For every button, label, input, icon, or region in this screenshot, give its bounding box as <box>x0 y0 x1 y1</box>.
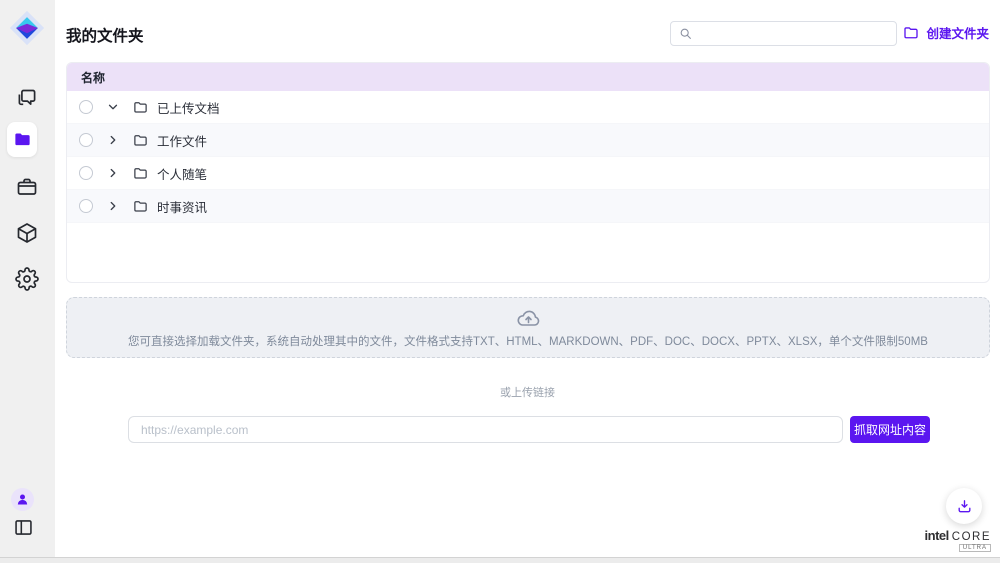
folder-name: 工作文件 <box>157 131 207 150</box>
chevron-down-icon[interactable] <box>106 100 120 114</box>
folder-filled-icon <box>13 130 32 149</box>
collapse-sidebar-icon[interactable] <box>13 517 34 538</box>
briefcase-icon[interactable] <box>15 175 39 199</box>
table-row[interactable]: 工作文件 <box>67 124 989 157</box>
table-header-name: 名称 <box>67 63 989 91</box>
row-checkbox[interactable] <box>79 100 93 114</box>
app-logo-icon <box>8 9 46 47</box>
row-checkbox[interactable] <box>79 199 93 213</box>
url-input[interactable] <box>128 416 843 443</box>
intel-wordmark: intel <box>925 528 949 543</box>
folder-icon <box>133 100 148 115</box>
download-icon <box>956 498 973 515</box>
create-folder-button[interactable]: 创建文件夹 <box>903 23 989 42</box>
sidebar <box>0 0 55 557</box>
core-wordmark: core <box>952 531 991 543</box>
gear-icon[interactable] <box>15 267 39 291</box>
upload-dropzone[interactable]: 您可直接选择加载文件夹，系统自动处理其中的文件，文件格式支持TXT、HTML、M… <box>66 297 990 358</box>
chevron-right-icon[interactable] <box>106 199 120 213</box>
intel-core-logo: intel core ultra <box>929 528 991 552</box>
chat-icon[interactable] <box>15 86 39 110</box>
download-fab[interactable] <box>946 488 982 524</box>
cloud-upload-icon <box>515 306 542 330</box>
fetch-url-button[interactable]: 抓取网址内容 <box>850 416 930 443</box>
row-checkbox[interactable] <box>79 166 93 180</box>
sidebar-item-folders-active[interactable] <box>7 122 37 157</box>
table-row[interactable]: 时事资讯 <box>67 190 989 223</box>
app-window: 我的文件夹 创建文件夹 名称 已上传文档 工作文件 <box>0 0 1000 563</box>
folder-icon <box>133 133 148 148</box>
folder-name: 时事资讯 <box>157 197 207 216</box>
upload-hint: 您可直接选择加载文件夹，系统自动处理其中的文件，文件格式支持TXT、HTML、M… <box>128 333 928 349</box>
user-avatar[interactable] <box>11 488 34 511</box>
folder-plus-icon <box>903 25 919 41</box>
row-checkbox[interactable] <box>79 133 93 147</box>
chevron-right-icon[interactable] <box>106 166 120 180</box>
table-row[interactable]: 个人随笔 <box>67 157 989 190</box>
cube-icon[interactable] <box>15 221 39 245</box>
search-box[interactable] <box>670 21 897 46</box>
folder-icon <box>133 199 148 214</box>
folder-table: 名称 已上传文档 工作文件 个人随笔 时事资讯 <box>66 62 990 283</box>
ultra-badge: ultra <box>959 544 991 552</box>
folder-name: 个人随笔 <box>157 164 207 183</box>
search-icon <box>679 27 692 40</box>
create-folder-label: 创建文件夹 <box>926 23 989 42</box>
chevron-right-icon[interactable] <box>106 133 120 147</box>
table-row[interactable]: 已上传文档 <box>67 91 989 124</box>
folder-name: 已上传文档 <box>157 98 220 117</box>
search-input[interactable] <box>692 27 896 41</box>
folder-icon <box>133 166 148 181</box>
page-title: 我的文件夹 <box>66 24 144 46</box>
or-upload-link-label: 或上传链接 <box>55 384 1000 400</box>
person-icon <box>15 492 30 507</box>
window-bottom-edge <box>0 557 1000 563</box>
